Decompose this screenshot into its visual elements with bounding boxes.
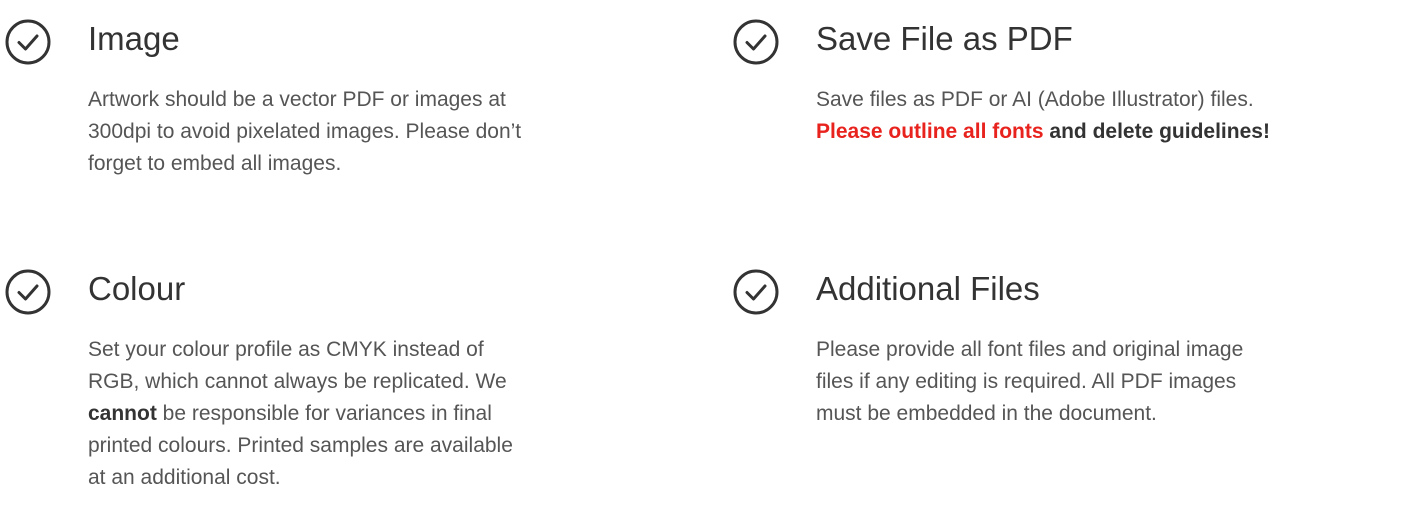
check-circle-icon — [732, 268, 780, 316]
body-line: forget to embed all images. — [88, 152, 342, 175]
check-circle-icon — [4, 268, 52, 316]
card-body-save-file-as-pdf: Save files as PDF or AI (Adobe Illustrat… — [816, 84, 1376, 148]
body-line: Artwork should be a vector PDF or images… — [88, 88, 506, 111]
card-body-additional-files: Please provide all font files and origin… — [816, 334, 1376, 430]
body-line: RGB, which cannot always be replicated. … — [88, 370, 507, 393]
body-line: Save files as PDF or AI (Adobe Illustrat… — [816, 88, 1254, 111]
body-line: cannot be responsible for variances in f… — [88, 398, 648, 430]
body-line: at an additional cost. — [88, 466, 281, 489]
outline-fonts-warning: Please outline all fonts — [816, 120, 1044, 143]
card-body-colour: Set your colour profile as CMYK instead … — [88, 334, 648, 494]
body-line: Set your colour profile as CMYK instead … — [88, 338, 484, 361]
card-title-save-file-as-pdf: Save File as PDF — [816, 20, 1073, 57]
delete-guidelines-text: and delete guidelines! — [1043, 120, 1270, 143]
check-circle-icon — [732, 18, 780, 66]
body-line: files if any editing is required. All PD… — [816, 370, 1237, 393]
card-title-image: Image — [88, 20, 180, 57]
body-line: 300dpi to avoid pixelated images. Please… — [88, 120, 522, 143]
body-text: be responsible for variances in final — [156, 402, 492, 425]
card-title-additional-files: Additional Files — [816, 270, 1040, 307]
card-body-image: Artwork should be a vector PDF or images… — [88, 84, 648, 180]
cannot-emphasis: cannot — [88, 402, 157, 425]
check-circle-icon — [4, 18, 52, 66]
card-title-colour: Colour — [88, 270, 186, 307]
body-line: printed colours. Printed samples are ava… — [88, 434, 513, 457]
body-line-emphasis: Please outline all fonts and delete guid… — [816, 116, 1376, 148]
body-line: must be embedded in the document. — [816, 402, 1157, 425]
body-line: Please provide all font files and origin… — [816, 338, 1244, 361]
